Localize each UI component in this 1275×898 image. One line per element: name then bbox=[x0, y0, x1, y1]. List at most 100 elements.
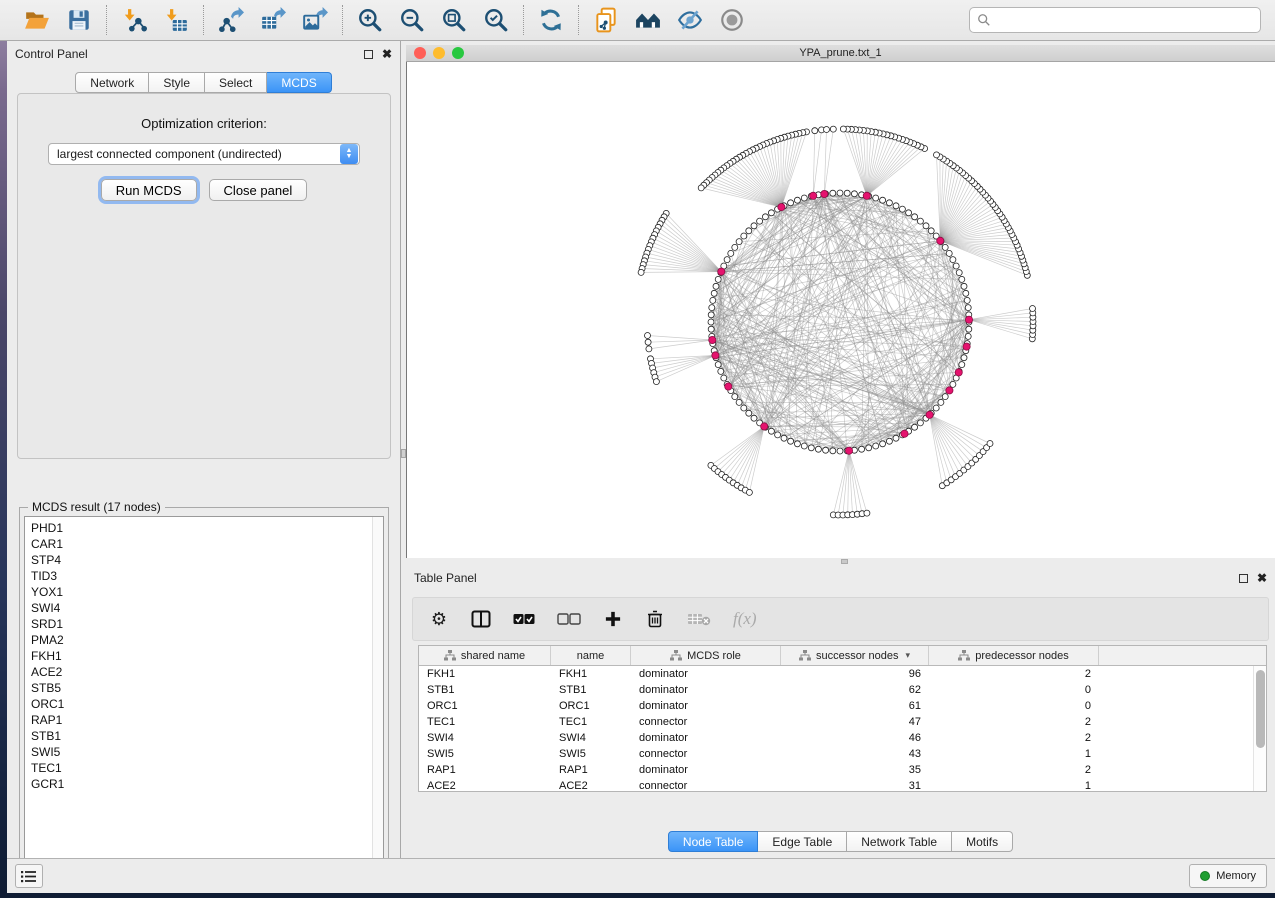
open-folder-icon bbox=[24, 7, 50, 33]
column-header-predecessor-nodes[interactable]: predecessor nodes bbox=[929, 646, 1099, 665]
column-label: name bbox=[577, 650, 605, 662]
deselect-all-icon[interactable] bbox=[557, 608, 581, 630]
splitter-grip[interactable] bbox=[841, 559, 848, 564]
tab-motifs[interactable]: Motifs bbox=[952, 831, 1013, 852]
save-icon bbox=[66, 7, 92, 33]
result-node-item[interactable]: RAP1 bbox=[31, 712, 383, 728]
result-node-item[interactable]: ORC1 bbox=[31, 696, 383, 712]
result-node-item[interactable]: TID3 bbox=[31, 568, 383, 584]
import-table-icon bbox=[163, 7, 189, 33]
import-network-button[interactable] bbox=[120, 6, 148, 34]
open-folder-button[interactable] bbox=[23, 6, 51, 34]
maximize-window-icon[interactable] bbox=[452, 47, 464, 59]
tab-edge-table[interactable]: Edge Table bbox=[758, 831, 847, 852]
result-node-item[interactable]: GCR1 bbox=[31, 776, 383, 792]
eye-slash-button[interactable] bbox=[676, 6, 704, 34]
table-row[interactable]: FKH1FKH1dominator962 bbox=[419, 666, 1253, 682]
export-network-button[interactable] bbox=[217, 6, 245, 34]
refresh-button[interactable] bbox=[537, 6, 565, 34]
eye-button[interactable] bbox=[718, 6, 746, 34]
table-scrollbar[interactable] bbox=[1253, 666, 1266, 791]
close-window-icon[interactable] bbox=[414, 47, 426, 59]
result-node-item[interactable]: ACE2 bbox=[31, 664, 383, 680]
network-window-title: YPA_prune.txt_1 bbox=[406, 47, 1275, 59]
show-columns-icon[interactable] bbox=[471, 608, 491, 630]
table-row[interactable]: SWI5SWI5connector431 bbox=[419, 746, 1253, 762]
main-toolbar bbox=[0, 0, 1275, 41]
zoom-out-button[interactable] bbox=[398, 6, 426, 34]
result-node-item[interactable]: SWI4 bbox=[31, 600, 383, 616]
settings-gear-icon[interactable]: ⚙ bbox=[429, 608, 449, 630]
cell-predecessor-nodes: 2 bbox=[929, 668, 1099, 680]
add-icon[interactable] bbox=[603, 608, 623, 630]
refresh-icon bbox=[538, 7, 564, 33]
zoom-in-button[interactable] bbox=[356, 6, 384, 34]
houses-icon bbox=[635, 7, 661, 33]
tab-node-table[interactable]: Node Table bbox=[668, 831, 759, 852]
cell-shared-name: FKH1 bbox=[419, 668, 551, 680]
table-scrollbar-thumb[interactable] bbox=[1256, 670, 1265, 748]
export-image-button[interactable] bbox=[301, 6, 329, 34]
column-header-MCDS-role[interactable]: MCDS role bbox=[631, 646, 781, 665]
result-node-item[interactable]: PHD1 bbox=[31, 520, 383, 536]
table-row[interactable]: TEC1TEC1connector472 bbox=[419, 714, 1253, 730]
result-node-item[interactable]: STB1 bbox=[31, 728, 383, 744]
table-row[interactable]: RAP1RAP1dominator352 bbox=[419, 762, 1253, 778]
import-table-button[interactable] bbox=[162, 6, 190, 34]
zoom-fit-button[interactable] bbox=[440, 6, 468, 34]
result-node-item[interactable]: FKH1 bbox=[31, 648, 383, 664]
close-panel-icon[interactable]: ✖ bbox=[382, 48, 392, 60]
export-document-button[interactable] bbox=[592, 6, 620, 34]
tab-network-table[interactable]: Network Table bbox=[847, 831, 952, 852]
column-label: successor nodes bbox=[816, 650, 899, 662]
status-bar: Memory bbox=[7, 858, 1275, 893]
run-mcds-button[interactable]: Run MCDS bbox=[101, 179, 197, 201]
tab-style[interactable]: Style bbox=[149, 72, 205, 93]
result-node-item[interactable]: SWI5 bbox=[31, 744, 383, 760]
cell-shared-name: ORC1 bbox=[419, 700, 551, 712]
horizontal-splitter[interactable] bbox=[406, 558, 1275, 565]
float-table-panel-icon[interactable] bbox=[1239, 574, 1248, 583]
result-node-item[interactable]: SRD1 bbox=[31, 616, 383, 632]
column-header-successor-nodes[interactable]: successor nodes▾ bbox=[781, 646, 929, 665]
tab-select[interactable]: Select bbox=[205, 72, 267, 93]
network-canvas[interactable] bbox=[406, 62, 1275, 558]
cell-successor-nodes: 62 bbox=[781, 684, 929, 696]
result-node-item[interactable]: STB5 bbox=[31, 680, 383, 696]
result-node-item[interactable]: TEC1 bbox=[31, 760, 383, 776]
table-row[interactable]: STB1STB1dominator620 bbox=[419, 682, 1253, 698]
mcds-result-list[interactable]: PHD1CAR1STP4TID3YOX1SWI4SRD1PMA2FKH1ACE2… bbox=[24, 516, 384, 874]
float-panel-icon[interactable] bbox=[364, 50, 373, 59]
houses-button[interactable] bbox=[634, 6, 662, 34]
select-all-icon[interactable] bbox=[513, 608, 535, 630]
table-row[interactable]: SWI4SWI4dominator462 bbox=[419, 730, 1253, 746]
column-header-name[interactable]: name bbox=[551, 646, 631, 665]
network-graph bbox=[407, 62, 1275, 558]
table-row[interactable]: ORC1ORC1dominator610 bbox=[419, 698, 1253, 714]
save-button[interactable] bbox=[65, 6, 93, 34]
tab-mcds[interactable]: MCDS bbox=[267, 72, 331, 93]
tab-network[interactable]: Network bbox=[75, 72, 149, 93]
minimize-window-icon[interactable] bbox=[433, 47, 445, 59]
memory-button[interactable]: Memory bbox=[1189, 864, 1267, 888]
search-input[interactable] bbox=[996, 13, 1253, 27]
network-window-titlebar[interactable]: YPA_prune.txt_1 bbox=[406, 45, 1275, 62]
result-list-scrollbar[interactable] bbox=[372, 517, 383, 873]
result-node-item[interactable]: CAR1 bbox=[31, 536, 383, 552]
optimization-criterion-select[interactable]: largest connected component (undirected)… bbox=[48, 143, 360, 165]
mcds-tab-content: Optimization criterion: largest connecte… bbox=[17, 93, 391, 459]
table-row[interactable]: ACE2ACE2connector311 bbox=[419, 778, 1253, 791]
export-table-button[interactable] bbox=[259, 6, 287, 34]
close-table-panel-icon[interactable]: ✖ bbox=[1257, 572, 1267, 584]
delete-icon[interactable] bbox=[645, 608, 665, 630]
close-panel-button[interactable]: Close panel bbox=[209, 179, 308, 201]
cell-successor-nodes: 61 bbox=[781, 700, 929, 712]
task-history-button[interactable] bbox=[15, 864, 43, 888]
column-header-shared-name[interactable]: shared name bbox=[419, 646, 551, 665]
cell-predecessor-nodes: 2 bbox=[929, 764, 1099, 776]
result-node-item[interactable]: STP4 bbox=[31, 552, 383, 568]
cell-successor-nodes: 43 bbox=[781, 748, 929, 760]
result-node-item[interactable]: PMA2 bbox=[31, 632, 383, 648]
zoom-selected-button[interactable] bbox=[482, 6, 510, 34]
result-node-item[interactable]: YOX1 bbox=[31, 584, 383, 600]
